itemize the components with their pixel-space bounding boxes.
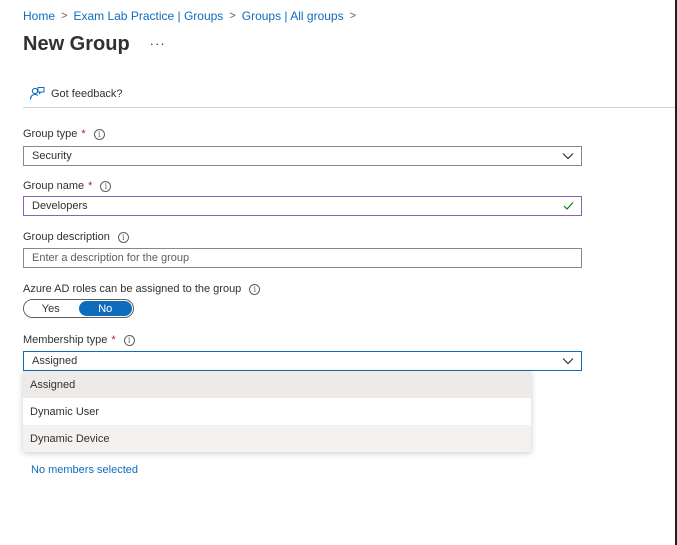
feedback-label: Got feedback? <box>51 87 123 100</box>
page-title: New Group <box>23 33 130 55</box>
membership-type-select[interactable]: Assigned <box>23 351 582 371</box>
toggle-option-yes[interactable]: Yes <box>24 300 78 317</box>
membership-type-label-text: Membership type <box>23 334 108 346</box>
breadcrumb-separator: > <box>229 10 236 22</box>
membership-type-value: Assigned <box>32 355 78 367</box>
azure-ad-roles-label: Azure AD roles can be assigned to the gr… <box>23 283 261 295</box>
more-options-button[interactable]: ··· <box>150 36 166 51</box>
info-icon[interactable]: i <box>100 180 112 192</box>
required-marker: * <box>111 334 116 346</box>
chevron-down-icon <box>562 153 574 160</box>
breadcrumb-separator: > <box>349 10 357 22</box>
feedback-button[interactable]: Got feedback? <box>29 86 123 101</box>
info-icon[interactable]: i <box>123 334 135 346</box>
group-name-label-text: Group name <box>23 180 85 192</box>
toggle-option-no[interactable]: No <box>78 301 132 316</box>
azure-ad-roles-toggle[interactable]: Yes No <box>23 299 134 318</box>
membership-type-label: Membership type * i <box>23 334 135 346</box>
info-icon[interactable]: i <box>249 283 261 295</box>
group-type-label-text: Group type <box>23 128 78 140</box>
dropdown-option-assigned[interactable]: Assigned <box>23 371 531 398</box>
azure-ad-roles-label-text: Azure AD roles can be assigned to the gr… <box>23 283 242 295</box>
chevron-down-icon <box>562 358 574 365</box>
feedback-person-icon <box>29 87 45 100</box>
title-row: New Group ··· <box>23 33 166 56</box>
required-marker: * <box>81 128 86 140</box>
group-description-label-text: Group description <box>23 231 110 243</box>
command-bar-divider <box>23 107 675 108</box>
dropdown-option-dynamic-device[interactable]: Dynamic Device <box>23 425 531 452</box>
group-type-value: Security <box>32 150 72 162</box>
group-type-label: Group type * i <box>23 128 105 140</box>
breadcrumb: Home > Exam Lab Practice | Groups > Grou… <box>23 9 362 23</box>
breadcrumb-exam-lab-groups[interactable]: Exam Lab Practice | Groups <box>73 9 223 23</box>
group-type-select[interactable]: Security <box>23 146 582 166</box>
checkmark-icon <box>563 202 574 211</box>
info-icon[interactable]: i <box>117 231 129 243</box>
group-description-input[interactable]: Enter a description for the group <box>23 248 582 268</box>
members-link[interactable]: No members selected <box>31 464 138 476</box>
group-description-placeholder: Enter a description for the group <box>32 252 190 264</box>
group-name-label: Group name * i <box>23 180 112 192</box>
breadcrumb-separator: > <box>61 10 68 22</box>
dropdown-option-dynamic-user[interactable]: Dynamic User <box>23 398 531 425</box>
membership-type-dropdown-list: Assigned Dynamic User Dynamic Device <box>23 371 531 452</box>
breadcrumb-home[interactable]: Home <box>23 9 55 23</box>
info-icon[interactable]: i <box>93 128 105 140</box>
group-description-label: Group description i <box>23 231 129 243</box>
breadcrumb-all-groups[interactable]: Groups | All groups <box>242 9 344 23</box>
group-name-input[interactable]: Developers <box>23 196 582 216</box>
required-marker: * <box>88 180 93 192</box>
group-name-value: Developers <box>32 200 88 212</box>
